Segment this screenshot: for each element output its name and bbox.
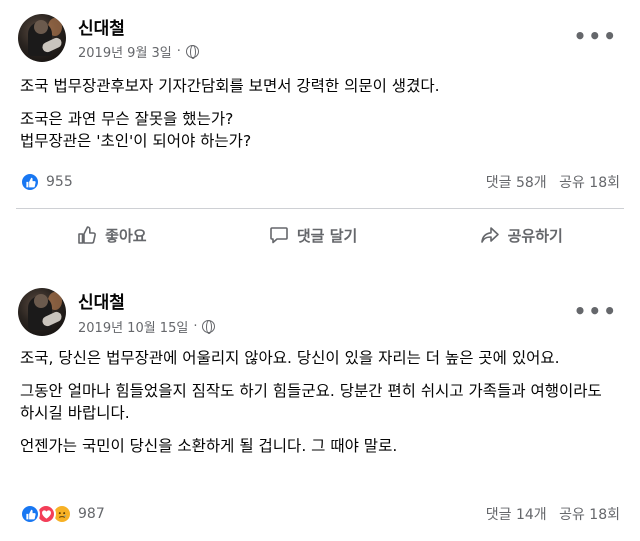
post-meta: 2019년 9월 3일 ·	[78, 42, 199, 61]
share-count[interactable]: 공유 18회	[559, 507, 620, 523]
share-icon	[480, 227, 499, 243]
author-avatar[interactable]	[18, 14, 66, 62]
post-date[interactable]: 2019년 9월 3일	[78, 42, 172, 61]
post-paragraph: 조국, 당신은 법무장관에 어울리지 않아요. 당신이 있을 자리는 더 높은 …	[20, 349, 560, 367]
post-paragraph: 조국 법무장관후보자 기자간담회를 보면서 강력한 의문이 생겼다.	[20, 77, 440, 95]
author-name[interactable]: 신대철	[78, 288, 125, 313]
post-stats: 955 댓글 58개 공유 18회	[20, 170, 620, 194]
meta-separator: ·	[176, 44, 181, 59]
engagement-counts: 댓글 14개 공유 18회	[478, 504, 620, 524]
like-button-label: 좋아요	[105, 226, 147, 245]
meta-separator: ·	[193, 319, 198, 334]
reaction-count: 955	[46, 174, 73, 190]
more-options-icon[interactable]: •••	[574, 301, 618, 321]
author-name[interactable]: 신대철	[78, 14, 125, 39]
share-button-label: 공유하기	[507, 226, 563, 245]
post-stats: 987 댓글 14개 공유 18회	[20, 502, 620, 526]
post-body: 조국 법무장관후보자 기자간담회를 보면서 강력한 의문이 생겼다. 조국은 과…	[20, 75, 620, 152]
comment-count[interactable]: 댓글 58개	[486, 175, 547, 191]
comment-count[interactable]: 댓글 14개	[486, 507, 547, 523]
reaction-count: 987	[78, 506, 105, 522]
share-count[interactable]: 공유 18회	[559, 175, 620, 191]
comment-icon	[270, 227, 288, 244]
globe-icon[interactable]	[185, 45, 199, 59]
reactions-summary[interactable]: 987	[20, 504, 105, 524]
post-body: 조국, 당신은 법무장관에 어울리지 않아요. 당신이 있을 자리는 더 높은 …	[20, 347, 620, 457]
comment-button[interactable]: 댓글 달기	[245, 217, 381, 254]
more-options-icon[interactable]: •••	[574, 26, 618, 46]
author-avatar[interactable]	[18, 288, 66, 336]
like-reaction-icon	[20, 504, 40, 524]
globe-icon[interactable]	[202, 320, 216, 334]
engagement-counts: 댓글 58개 공유 18회	[478, 172, 620, 192]
comment-button-label: 댓글 달기	[296, 226, 358, 245]
post-paragraph: 언젠가는 국민이 당신을 소환하게 될 겁니다. 그 때야 말로.	[20, 437, 398, 455]
post-paragraph: 그동안 얼마나 힘들었을지 짐작도 하기 힘들군요. 당분간 편히 쉬시고 가족…	[20, 382, 602, 422]
reactions-summary[interactable]: 955	[20, 172, 73, 192]
like-reaction-icon	[20, 172, 40, 192]
post-meta: 2019년 10월 15일 ·	[78, 317, 216, 336]
post-paragraph: 조국은 과연 무슨 잘못을 했는가? 법무장관은 '초인'이 되어야 하는가?	[20, 110, 252, 150]
post-date[interactable]: 2019년 10월 15일	[78, 317, 188, 336]
avatar-head	[34, 294, 48, 308]
like-button[interactable]: 좋아요	[53, 217, 170, 254]
avatar-head	[34, 20, 48, 34]
divider	[16, 208, 624, 209]
post-card: 신대철 2019년 10월 15일 · ••• 조국, 당신은 법무장관에 어울…	[0, 268, 640, 541]
thumbs-up-icon	[78, 226, 97, 244]
share-button[interactable]: 공유하기	[456, 217, 587, 254]
post-actions: 좋아요 댓글 달기 공유하기	[16, 213, 624, 257]
post-card: 신대철 2019년 9월 3일 · ••• 조국 법무장관후보자 기자간담회를 …	[0, 0, 640, 268]
